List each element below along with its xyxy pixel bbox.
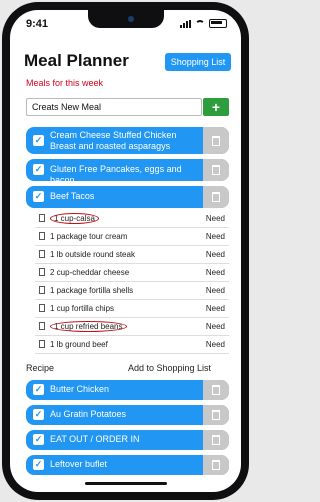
trash-icon [212, 165, 220, 175]
meal-label: Cream Cheese Stuffed Chicken Breast and … [50, 130, 177, 151]
ingredient-name: 1 lb ground beef [50, 340, 108, 349]
delete-meal-button[interactable] [203, 455, 229, 475]
meals-subtitle: Meals for this week [26, 78, 104, 88]
ingredient-name: 1 package tour cream [50, 232, 128, 241]
ingredient-row[interactable]: 1 cup-calsa Need [35, 210, 229, 228]
ingredient-name: 1 lb outside round steak [50, 250, 135, 259]
delete-meal-button[interactable] [203, 159, 229, 181]
ingredient-status[interactable]: Need [206, 232, 225, 241]
ingredient-status[interactable]: Need [206, 322, 225, 331]
checkbox-icon[interactable]: ✓ [33, 409, 44, 420]
new-meal-input[interactable]: Creats New Meal [26, 98, 202, 116]
ingredient-status[interactable]: Need [206, 214, 225, 223]
delete-meal-button[interactable] [203, 127, 229, 154]
status-time: 9:41 [26, 18, 49, 30]
delete-meal-button[interactable] [203, 405, 229, 425]
status-icons [180, 19, 227, 28]
document-icon [39, 304, 45, 312]
ingredient-status[interactable]: Need [206, 340, 225, 349]
meal-item[interactable]: ✓ Cream Cheese Stuffed Chicken Breast an… [26, 127, 229, 154]
ingredient-row[interactable]: 1 cup fortilla chips Need [35, 300, 229, 318]
delete-meal-button[interactable] [203, 430, 229, 450]
app-screen: 9:41 Meal Planner Shopping List Meals fo… [10, 10, 241, 492]
ingredient-name: 2 cup-cheddar cheese [50, 268, 130, 277]
meal-item[interactable]: ✓ Leftover buflet [26, 455, 229, 475]
ingredient-status[interactable]: Need [206, 250, 225, 259]
ingredient-row[interactable]: 1 cup refried beans Need [35, 318, 229, 336]
checkbox-icon[interactable]: ✓ [33, 191, 44, 202]
camera-icon [128, 16, 134, 22]
trash-icon [212, 410, 220, 420]
ingredient-row[interactable]: 1 lb ground beef Need [35, 336, 229, 354]
checkbox-icon[interactable]: ✓ [33, 384, 44, 395]
ingredient-status[interactable]: Need [206, 304, 225, 313]
document-icon [39, 232, 45, 240]
ingredient-name: 1 cup fortilla chips [50, 304, 115, 313]
add-to-shopping-list-link[interactable]: Add to Shopping List [128, 363, 211, 373]
delete-meal-button[interactable] [203, 380, 229, 400]
document-icon [39, 214, 45, 222]
trash-icon [212, 135, 220, 146]
page-title: Meal Planner [24, 51, 129, 70]
trash-icon [212, 385, 220, 395]
meal-label: EAT OUT / ORDER IN [50, 434, 140, 444]
meal-label: Beef Tacos [50, 191, 95, 201]
home-indicator[interactable] [85, 482, 167, 485]
meal-item[interactable]: ✓ EAT OUT / ORDER IN [26, 430, 229, 450]
ingredient-name: 1 cup refried beans [50, 321, 127, 332]
trash-icon [212, 192, 220, 202]
ingredient-status[interactable]: Need [206, 268, 225, 277]
meal-label: Butter Chicken [50, 384, 110, 394]
checkbox-icon[interactable]: ✓ [33, 135, 44, 146]
ingredient-row[interactable]: 1 package tour cream Need [35, 228, 229, 246]
add-meal-button[interactable]: + [203, 98, 229, 116]
signal-icon [180, 19, 191, 28]
wifi-icon [195, 19, 205, 28]
ingredient-row[interactable]: 1 lb outside round steak Need [35, 246, 229, 264]
ingredient-name: 1 cup-calsa [50, 213, 99, 224]
meal-label: Au Gratin Potatoes [50, 409, 127, 419]
ingredient-status[interactable]: Need [206, 286, 225, 295]
meal-item[interactable]: ✓ Butter Chicken [26, 380, 229, 400]
meal-item[interactable]: ✓ Beef Tacos [26, 186, 229, 208]
ingredient-name: 1 package fortilla shells [50, 286, 134, 295]
trash-icon [212, 460, 220, 470]
document-icon [39, 286, 45, 294]
checkbox-icon[interactable]: ✓ [33, 434, 44, 445]
trash-icon [212, 435, 220, 445]
meal-item[interactable]: ✓ Gluten Free Pancakes, eggs and bacon [26, 159, 229, 181]
ingredient-row[interactable]: 2 cup-cheddar cheese Need [35, 264, 229, 282]
document-icon [39, 322, 45, 330]
shopping-list-button[interactable]: Shopping List [165, 53, 231, 71]
checkbox-icon[interactable]: ✓ [33, 164, 44, 175]
document-icon [39, 250, 45, 258]
phone-frame: 9:41 Meal Planner Shopping List Meals fo… [2, 2, 249, 500]
document-icon [39, 268, 45, 276]
battery-icon [209, 19, 227, 28]
recipe-link[interactable]: Recipe [26, 363, 54, 373]
document-icon [39, 340, 45, 348]
meal-label: Gluten Free Pancakes, eggs and bacon [50, 164, 182, 181]
notch [88, 10, 164, 28]
meal-label: Leftover buflet [50, 459, 108, 469]
ingredient-row[interactable]: 1 package fortilla shells Need [35, 282, 229, 300]
meal-item[interactable]: ✓ Au Gratin Potatoes [26, 405, 229, 425]
checkbox-icon[interactable]: ✓ [33, 459, 44, 470]
delete-meal-button[interactable] [203, 186, 229, 208]
